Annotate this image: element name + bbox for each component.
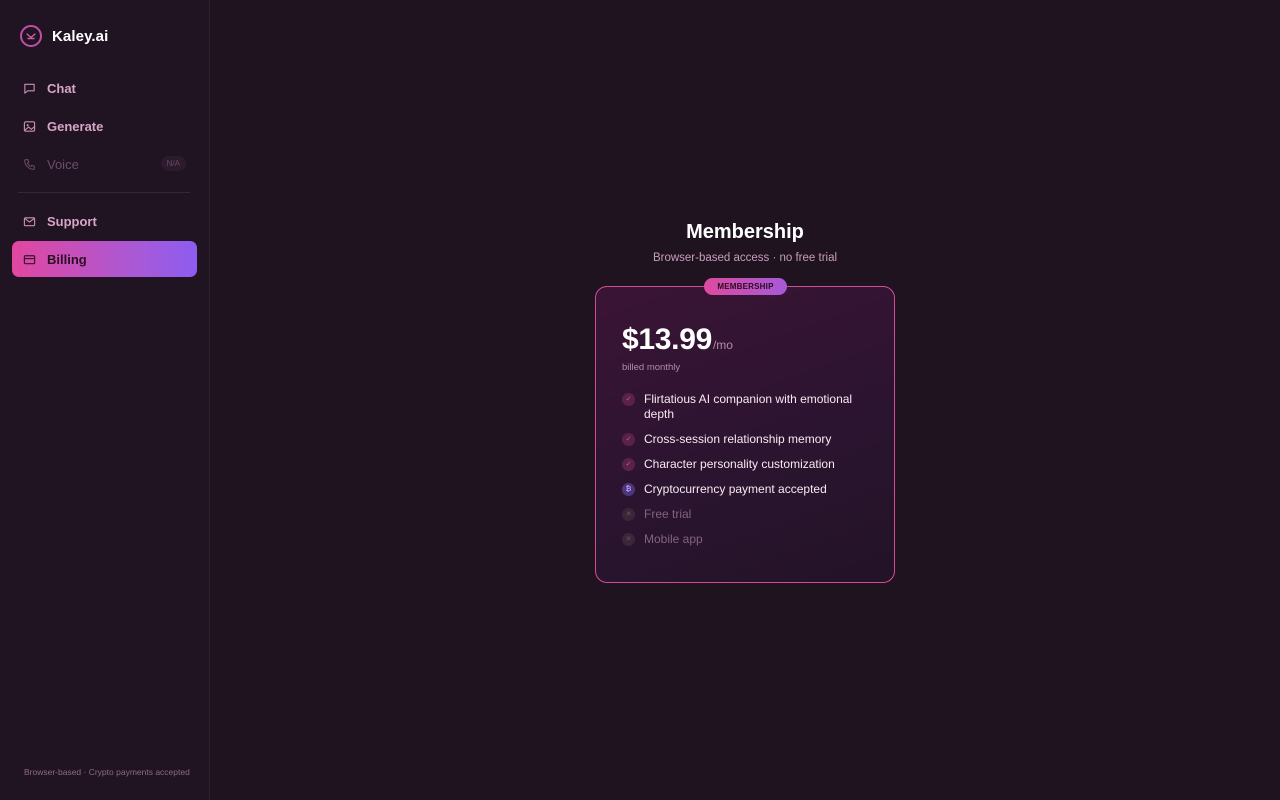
feature-item: ✓ Flirtatious AI companion with emotiona… [622,392,872,422]
card-icon [23,254,36,264]
sidebar-item-label: Generate [47,118,104,134]
brand-name: Kaley.ai [52,27,109,45]
mail-icon [23,216,36,226]
feature-item: ✓ Cross-session relationship memory [622,432,872,447]
status-badge: N/A [160,156,186,171]
chat-icon [24,83,35,94]
sidebar-item-generate[interactable]: Generate [12,108,197,144]
brand-logo-icon [20,25,42,47]
image-icon [23,120,36,132]
feature-text: Mobile app [644,532,703,546]
feature-text: Flirtatious AI companion with emotional … [644,392,853,421]
feature-list: ✓ Flirtatious AI companion with emotiona… [622,392,872,557]
feature-text: Cryptocurrency payment accepted [644,482,827,496]
sidebar-item-support[interactable]: Support [12,203,197,239]
page-title: Membership [686,221,804,243]
billing-note: billed monthly [622,362,681,373]
feature-text: Free trial [644,507,692,521]
check-icon: ✓ [622,433,635,446]
sidebar-item-label: Voice [47,156,79,172]
sidebar-divider [18,192,190,193]
sidebar-item-billing[interactable]: Billing [12,241,197,277]
feature-text: Cross-session relationship memory [644,432,832,446]
sidebar-item-chat[interactable]: Chat [12,70,197,106]
sidebar: Kaley.ai Chat Generate Voice N/A Support [0,0,210,800]
x-icon: ✕ [622,533,635,546]
x-icon: ✕ [622,508,635,521]
brand[interactable]: Kaley.ai [20,24,108,48]
feature-item: ✓ Character personality customization [622,457,872,472]
check-icon: ✓ [622,393,635,406]
feature-item: ✕ Free trial [622,507,872,522]
phone-icon [24,158,35,170]
sidebar-item-label: Chat [47,80,76,96]
sidebar-footer: Browser-based · Crypto payments accepted [24,767,190,777]
check-icon: ✓ [622,458,635,471]
plan-price: $13.99 [622,323,712,356]
plan-period: /mo [712,338,733,352]
plan-badge: MEMBERSHIP [704,278,787,295]
bitcoin-icon: ₿ [622,483,635,496]
feature-text: Character personality customization [644,457,835,471]
feature-item: ✕ Mobile app [622,532,872,547]
sidebar-item-label: Support [47,213,97,229]
sidebar-item-voice[interactable]: Voice N/A [12,146,197,182]
price-row: $13.99 /mo [622,323,733,357]
page-subtitle: Browser-based access · no free trial [652,252,838,264]
feature-item: ₿ Cryptocurrency payment accepted [622,482,872,497]
sidebar-item-label: Billing [47,251,87,267]
